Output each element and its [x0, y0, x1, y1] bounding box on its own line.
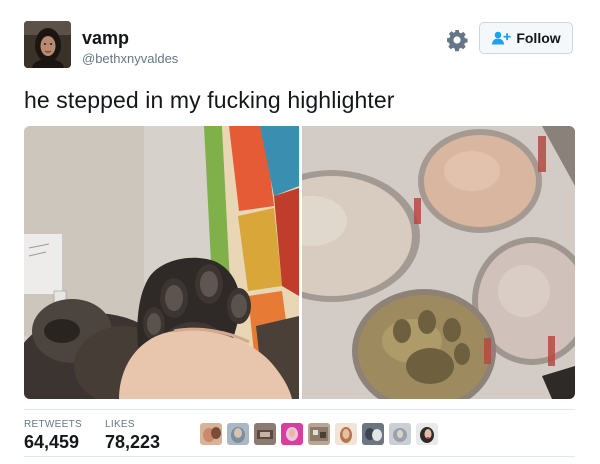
liker-avatar[interactable] — [281, 423, 303, 445]
tweet-card: vamp @bethxnyvaldes Follow he stepped in… — [0, 0, 600, 464]
liker-avatar[interactable] — [362, 423, 384, 445]
likes-label: LIKES — [105, 419, 135, 430]
likes-count: 78,223 — [105, 432, 161, 452]
author-avatar[interactable] — [24, 21, 71, 68]
highlighter-palette-photo[interactable] — [302, 126, 575, 399]
liker-avatar[interactable] — [416, 423, 438, 445]
tweet-text: he stepped in my fucking highlighter — [24, 87, 395, 113]
retweets-stat[interactable]: RETWEETS 64,459 — [24, 419, 82, 453]
gear-icon[interactable] — [445, 28, 469, 52]
stats-divider-bottom — [24, 456, 575, 457]
retweets-count: 64,459 — [24, 432, 80, 452]
liker-avatar[interactable] — [200, 423, 222, 445]
retweets-label: RETWEETS — [24, 419, 82, 430]
follow-button[interactable]: Follow — [479, 22, 573, 54]
tweet-media[interactable] — [24, 126, 575, 399]
dog-paw-photo[interactable] — [24, 126, 299, 399]
author-display-name[interactable]: vamp — [82, 28, 129, 49]
liker-avatar[interactable] — [389, 423, 411, 445]
liker-avatar[interactable] — [254, 423, 276, 445]
follow-label: Follow — [516, 30, 561, 46]
add-person-icon — [492, 31, 511, 45]
author-handle[interactable]: @bethxnyvaldes — [82, 51, 178, 66]
liker-avatar[interactable] — [335, 423, 357, 445]
likes-stat[interactable]: LIKES 78,223 — [105, 419, 160, 453]
liker-avatars — [200, 423, 438, 445]
stats-divider-top — [24, 409, 575, 410]
liker-avatar[interactable] — [308, 423, 330, 445]
liker-avatar[interactable] — [227, 423, 249, 445]
avatar-image — [24, 21, 71, 68]
